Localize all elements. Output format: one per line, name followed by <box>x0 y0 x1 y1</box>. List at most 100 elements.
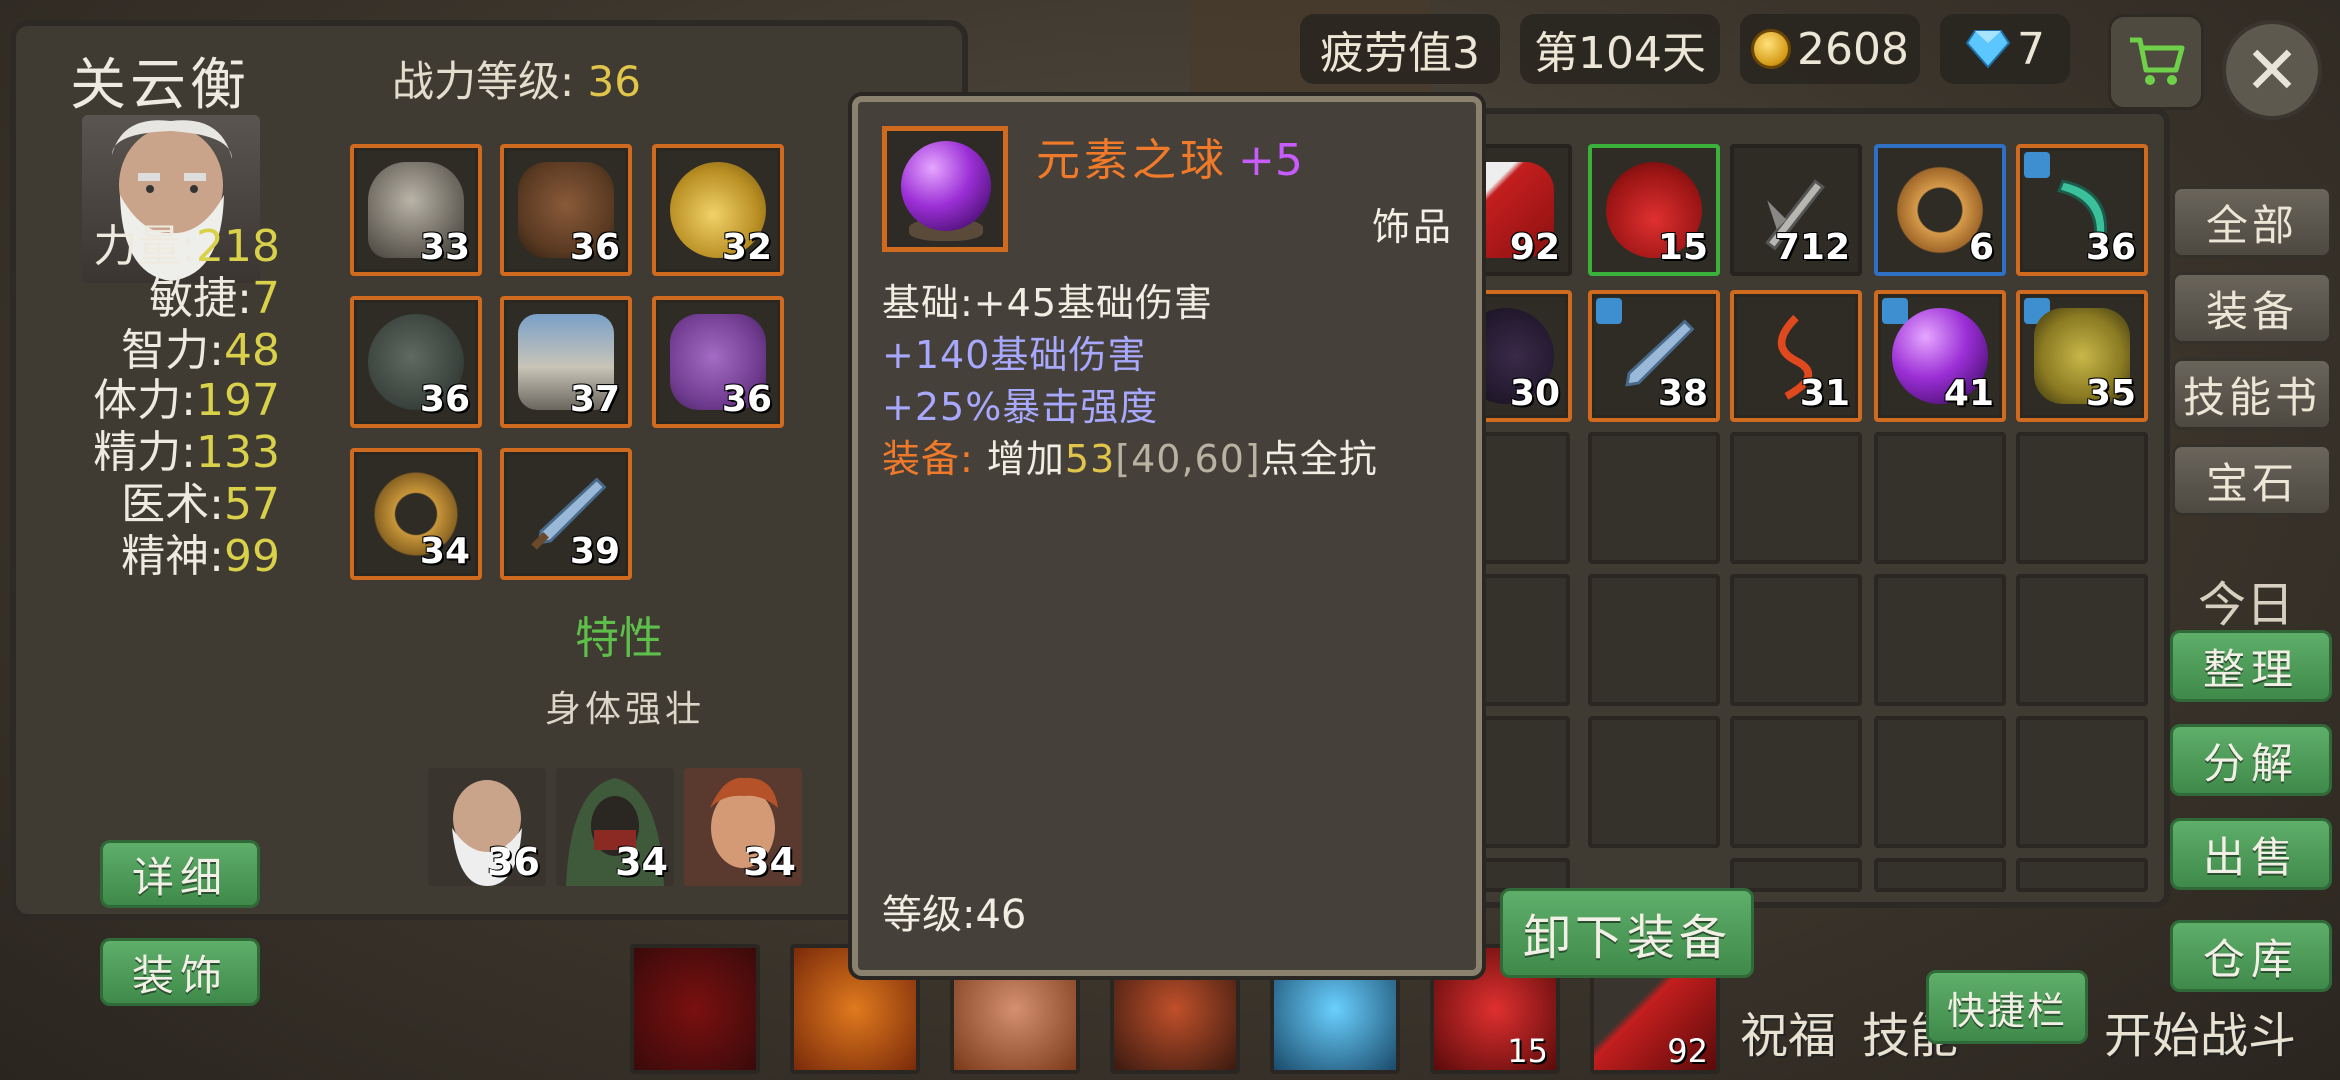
item-count: 36 <box>2085 227 2136 268</box>
unequip-button[interactable]: 卸下装备 <box>1500 888 1754 978</box>
inventory-slot[interactable]: 36 <box>2016 144 2148 276</box>
tooltip-item-name: 元素之球 +5 <box>1036 124 1303 188</box>
equip-text: 增加 <box>973 437 1065 481</box>
quickbar-button[interactable]: 快捷栏 <box>1926 970 2088 1044</box>
power-label: 战力等级: <box>392 57 575 106</box>
dismantle-button[interactable]: 分解 <box>2170 724 2332 796</box>
item-level: 33 <box>419 227 470 268</box>
sort-button[interactable]: 整理 <box>2170 630 2332 702</box>
item-count: 712 <box>1774 227 1850 268</box>
item-level: 37 <box>569 379 620 420</box>
equip-slot-legs[interactable]: 37 <box>500 296 632 428</box>
sell-button[interactable]: 出售 <box>2170 818 2332 890</box>
equip-slot-armor[interactable]: 36 <box>500 144 632 276</box>
start-battle-label[interactable]: 开始战斗 <box>2104 996 2296 1066</box>
gold-amount: 2608 <box>1797 23 1909 75</box>
inventory-slot-empty[interactable] <box>1874 432 2006 564</box>
inventory-slot-empty[interactable] <box>1874 574 2006 706</box>
item-level: 36 <box>721 379 772 420</box>
close-icon: ✕ <box>2244 31 2300 109</box>
power-value: 36 <box>587 57 641 106</box>
inventory-slot-empty[interactable] <box>1470 716 1570 848</box>
tooltip-item-type: 饰品 <box>1371 205 1454 249</box>
trait-text: 身体强壮 <box>545 689 706 730</box>
shopping-cart-icon <box>2130 37 2185 85</box>
tab-gems[interactable]: 宝石 <box>2172 444 2332 516</box>
inventory-slot-empty[interactable] <box>1730 858 1862 892</box>
ally-level: 36 <box>487 840 540 884</box>
diamond-amount: 7 <box>2017 23 2045 75</box>
equip-slot-boots[interactable]: 36 <box>652 296 784 428</box>
tooltip-item-icon <box>882 126 1008 252</box>
today-label: 今日 <box>2198 577 2295 633</box>
inventory-slot-empty[interactable] <box>1588 716 1720 848</box>
ally-level: 34 <box>743 840 796 884</box>
item-level: 39 <box>569 531 620 572</box>
diamond-icon <box>1965 30 2011 69</box>
gold-coin-icon <box>1751 29 1791 69</box>
detail-button[interactable]: 详细 <box>100 840 260 908</box>
equip-slot-helmet[interactable]: 33 <box>350 144 482 276</box>
tooltip-equip-effect: 装备: 增加53[40,60]点全抗 <box>882 428 1378 483</box>
inventory-slot-empty[interactable] <box>1730 716 1862 848</box>
inventory-slot-empty[interactable] <box>1588 432 1720 564</box>
equip-text-suffix: 点全抗 <box>1260 437 1378 481</box>
stat-spirit: 精神:99 <box>50 520 280 584</box>
item-level: 32 <box>721 227 772 268</box>
tooltip-base-stat: 基础:+45基础伤害 <box>882 281 1213 325</box>
fatigue-display: 疲劳值3 <box>1300 14 1500 84</box>
close-button[interactable]: ✕ <box>2222 20 2322 120</box>
decor-button[interactable]: 装饰 <box>100 938 260 1006</box>
inventory-slot-empty[interactable] <box>1730 432 1862 564</box>
inventory-slot[interactable]: 35 <box>2016 290 2148 422</box>
item-name-text: 元素之球 <box>1036 135 1228 186</box>
inventory-slot[interactable]: 38 <box>1588 290 1720 422</box>
warehouse-button[interactable]: 仓库 <box>2170 920 2332 992</box>
equip-slot-ring[interactable]: 34 <box>350 448 482 580</box>
tab-all[interactable]: 全部 <box>2172 186 2332 258</box>
fatigue-text: 疲劳值3 <box>1320 28 1480 79</box>
inventory-slot-empty[interactable] <box>1470 858 1570 892</box>
equip-slot-weapon[interactable]: 39 <box>500 448 632 580</box>
tab-skill-books[interactable]: 技能书 <box>2172 358 2332 430</box>
character-name: 关云衡 <box>70 53 250 118</box>
tooltip-item-level: 等级:46 <box>882 892 1027 938</box>
inventory-slot[interactable]: 41 <box>1874 290 2006 422</box>
item-level: 41 <box>1943 373 1994 414</box>
inventory-slot-empty[interactable] <box>2016 716 2148 848</box>
inventory-slot-empty[interactable] <box>1730 574 1862 706</box>
inventory-slot[interactable]: 6 <box>1874 144 2006 276</box>
inventory-slot-empty[interactable] <box>1470 574 1570 706</box>
inventory-slot[interactable]: 31 <box>1730 290 1862 422</box>
inventory-slot[interactable]: 15 <box>1588 144 1720 276</box>
inventory-slot-empty[interactable] <box>2016 858 2148 892</box>
day-display: 第104天 <box>1520 14 1720 84</box>
item-level: 38 <box>1657 373 1708 414</box>
inventory-slot[interactable]: 712 <box>1730 144 1862 276</box>
tooltip-bonus-damage: +140基础伤害 <box>882 333 1147 377</box>
equip-range: [40,60] <box>1115 437 1261 481</box>
inventory-slot-empty[interactable] <box>1470 432 1570 564</box>
ally-portrait[interactable]: 36 <box>428 768 546 886</box>
diamond-display: 7 <box>1940 14 2070 84</box>
inventory-slot-empty[interactable] <box>1874 716 2006 848</box>
item-level: 35 <box>2085 373 2136 414</box>
inventory-slot-empty[interactable] <box>2016 574 2148 706</box>
ally-portrait[interactable]: 34 <box>556 768 674 886</box>
inventory-slot-empty[interactable] <box>2016 432 2148 564</box>
equip-slot-amulet[interactable]: 32 <box>652 144 784 276</box>
skill-slot[interactable] <box>630 944 760 1074</box>
stat-label: 精神: <box>121 531 224 582</box>
shop-button[interactable] <box>2108 14 2204 110</box>
item-count: 92 <box>1667 1032 1708 1070</box>
tab-equipment[interactable]: 装备 <box>2172 272 2332 344</box>
ally-portrait[interactable]: 34 <box>684 768 802 886</box>
elemental-orb-icon <box>901 141 991 231</box>
equip-slot-shoulder[interactable]: 36 <box>350 296 482 428</box>
power-level: 战力等级: 36 <box>392 48 641 109</box>
equip-value: 53 <box>1064 437 1116 481</box>
item-count: 15 <box>1657 227 1708 268</box>
trait-title: 特性 <box>575 613 663 664</box>
inventory-slot-empty[interactable] <box>1588 574 1720 706</box>
inventory-slot-empty[interactable] <box>1874 858 2006 892</box>
